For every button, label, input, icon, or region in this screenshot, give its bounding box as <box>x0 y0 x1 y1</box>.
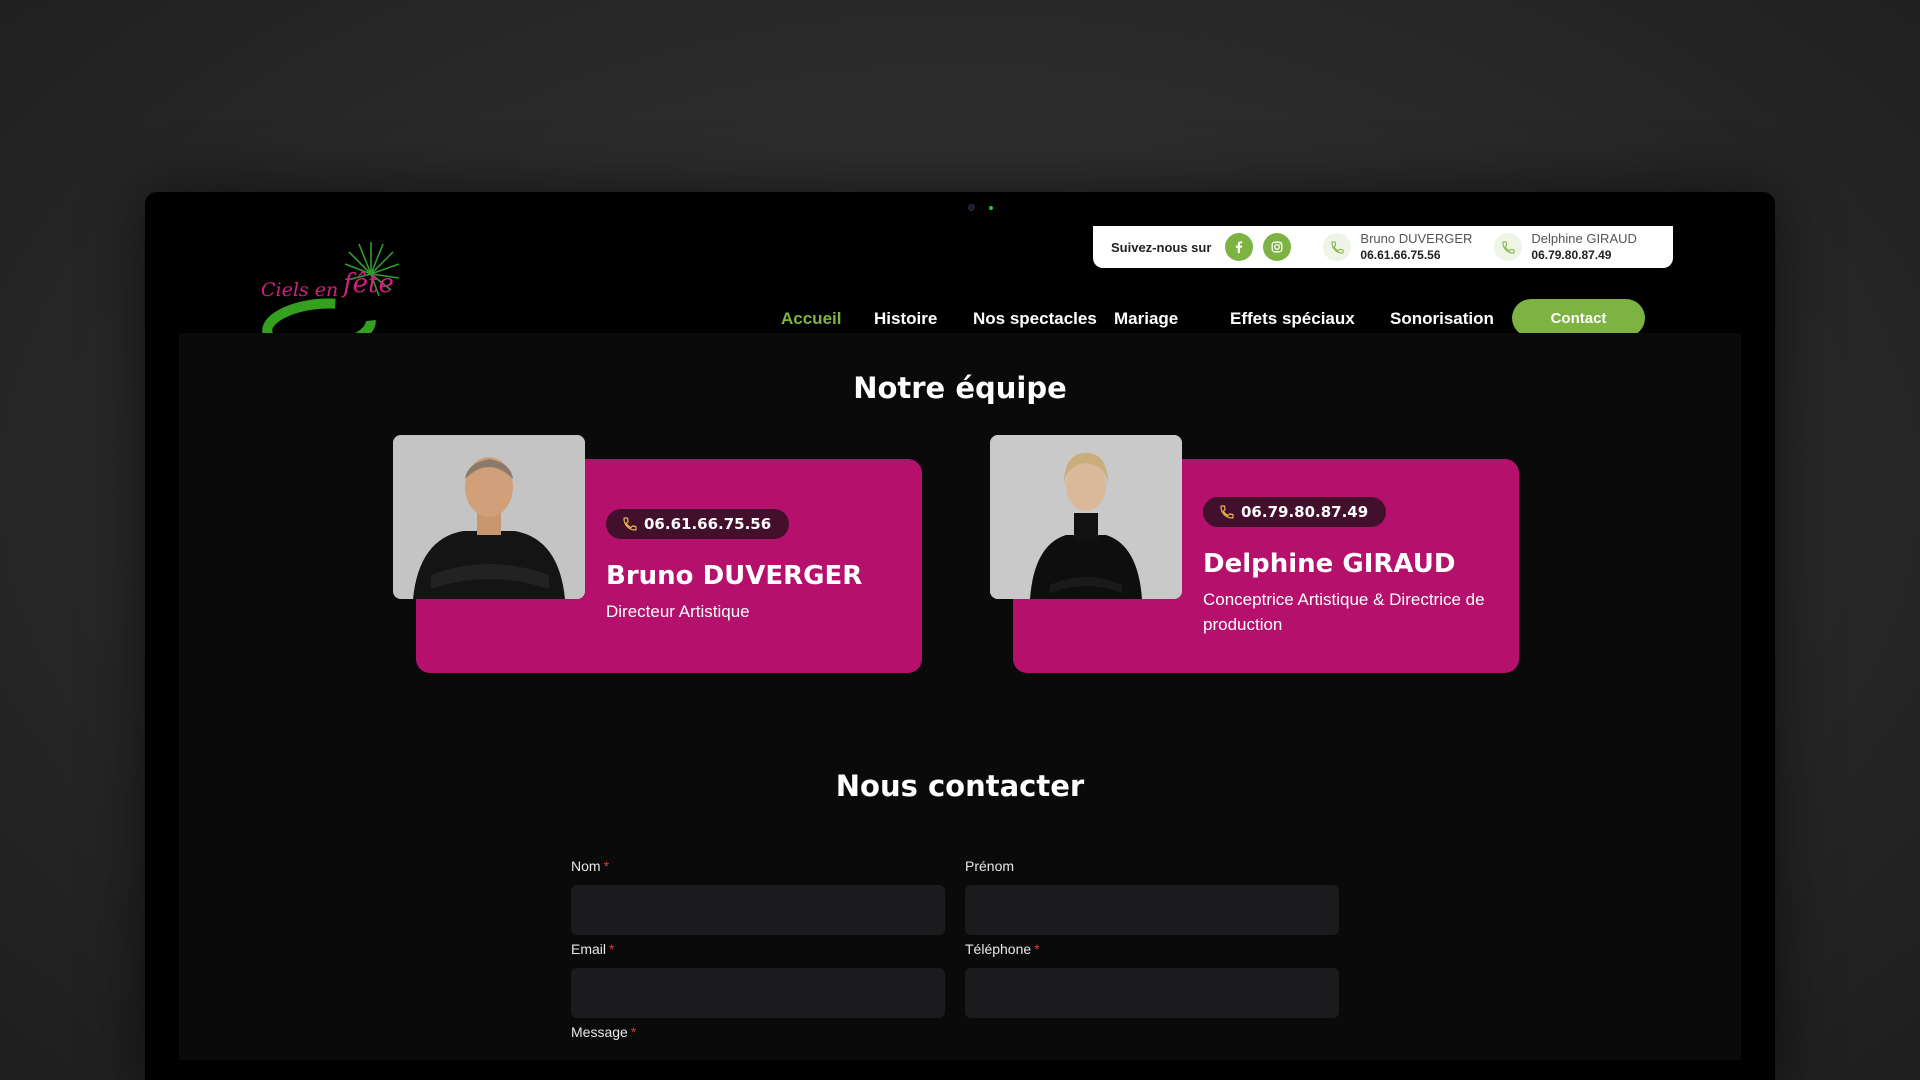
member-phone-badge[interactable]: 06.61.66.75.56 <box>606 509 790 539</box>
email-label: Email * <box>571 941 615 957</box>
message-label: Message * <box>571 1024 637 1040</box>
follow-label: Suivez-nous sur <box>1111 239 1212 255</box>
laptop-frame: Ciels en fête Artifices de prestige Suiv… <box>145 192 1775 1080</box>
page-content: Notre équipe 06.61.66.75.56 Bruno DUVERG… <box>179 333 1741 1060</box>
nom-label: Nom * <box>571 858 610 874</box>
team-card-delphine: 06.79.80.87.49 Delphine GIRAUD Conceptri… <box>990 435 1519 673</box>
contact-title: Nous contacter <box>835 769 1085 803</box>
member-photo <box>990 435 1182 599</box>
svg-text:Ciels en: Ciels en <box>261 279 338 301</box>
prenom-label: Prénom <box>965 858 1015 874</box>
nav-item-accueil[interactable]: Accueil <box>781 309 841 329</box>
phone-icon <box>1220 505 1234 519</box>
member-name: Bruno DUVERGER <box>606 561 863 591</box>
webcam <box>968 204 993 211</box>
person-photo-icon <box>990 435 1182 599</box>
topbar-contact-bruno[interactable]: Bruno DUVERGER 06.61.66.75.56 <box>1323 231 1472 263</box>
phone-icon <box>1323 233 1352 261</box>
contact-phone: 06.79.80.87.49 <box>1531 248 1612 262</box>
topbar-contact-delphine[interactable]: Delphine GIRAUD 06.79.80.87.49 <box>1494 231 1637 263</box>
contact-phone: 06.61.66.75.56 <box>1360 248 1441 262</box>
top-contact-bar: Suivez-nous sur Bruno DUVERGER 06.61.66.… <box>1093 226 1673 268</box>
instagram-icon <box>1271 241 1283 253</box>
phone-icon <box>623 517 637 531</box>
member-role: Directeur Artistique <box>606 602 750 621</box>
nav-item-nos-spectacles[interactable]: Nos spectacles <box>973 309 1097 329</box>
telephone-field[interactable] <box>965 968 1339 1018</box>
person-photo-icon <box>393 435 585 599</box>
contact-button[interactable]: Contact <box>1512 299 1645 337</box>
nav-item-sonorisation[interactable]: Sonorisation <box>1390 309 1494 329</box>
member-phone: 06.61.66.75.56 <box>644 515 772 533</box>
telephone-label: Téléphone * <box>965 941 1040 957</box>
member-role: Conceptrice Artistique & Directrice de p… <box>1203 590 1485 634</box>
prenom-field[interactable] <box>965 885 1339 935</box>
member-phone-badge[interactable]: 06.79.80.87.49 <box>1203 497 1387 527</box>
camera-lens-icon <box>968 204 975 211</box>
member-name: Delphine GIRAUD <box>1203 549 1456 579</box>
facebook-link[interactable] <box>1225 233 1254 261</box>
email-field[interactable] <box>571 968 945 1018</box>
team-card-bruno: 06.61.66.75.56 Bruno DUVERGER Directeur … <box>393 435 922 673</box>
instagram-link[interactable] <box>1263 233 1292 261</box>
phone-icon <box>1494 233 1523 261</box>
member-phone: 06.79.80.87.49 <box>1241 503 1369 521</box>
facebook-icon <box>1236 241 1243 254</box>
contact-name: Bruno DUVERGER <box>1360 231 1473 246</box>
nom-field[interactable] <box>571 885 945 935</box>
team-title: Notre équipe <box>853 371 1067 405</box>
nav-item-mariage[interactable]: Mariage <box>1114 309 1178 329</box>
nav-item-histoire[interactable]: Histoire <box>874 309 937 329</box>
camera-led-icon <box>989 206 993 210</box>
contact-name: Delphine GIRAUD <box>1531 231 1637 246</box>
nav-item-effets-speciaux[interactable]: Effets spéciaux <box>1230 309 1355 329</box>
svg-text:fête: fête <box>341 269 394 299</box>
member-photo <box>393 435 585 599</box>
